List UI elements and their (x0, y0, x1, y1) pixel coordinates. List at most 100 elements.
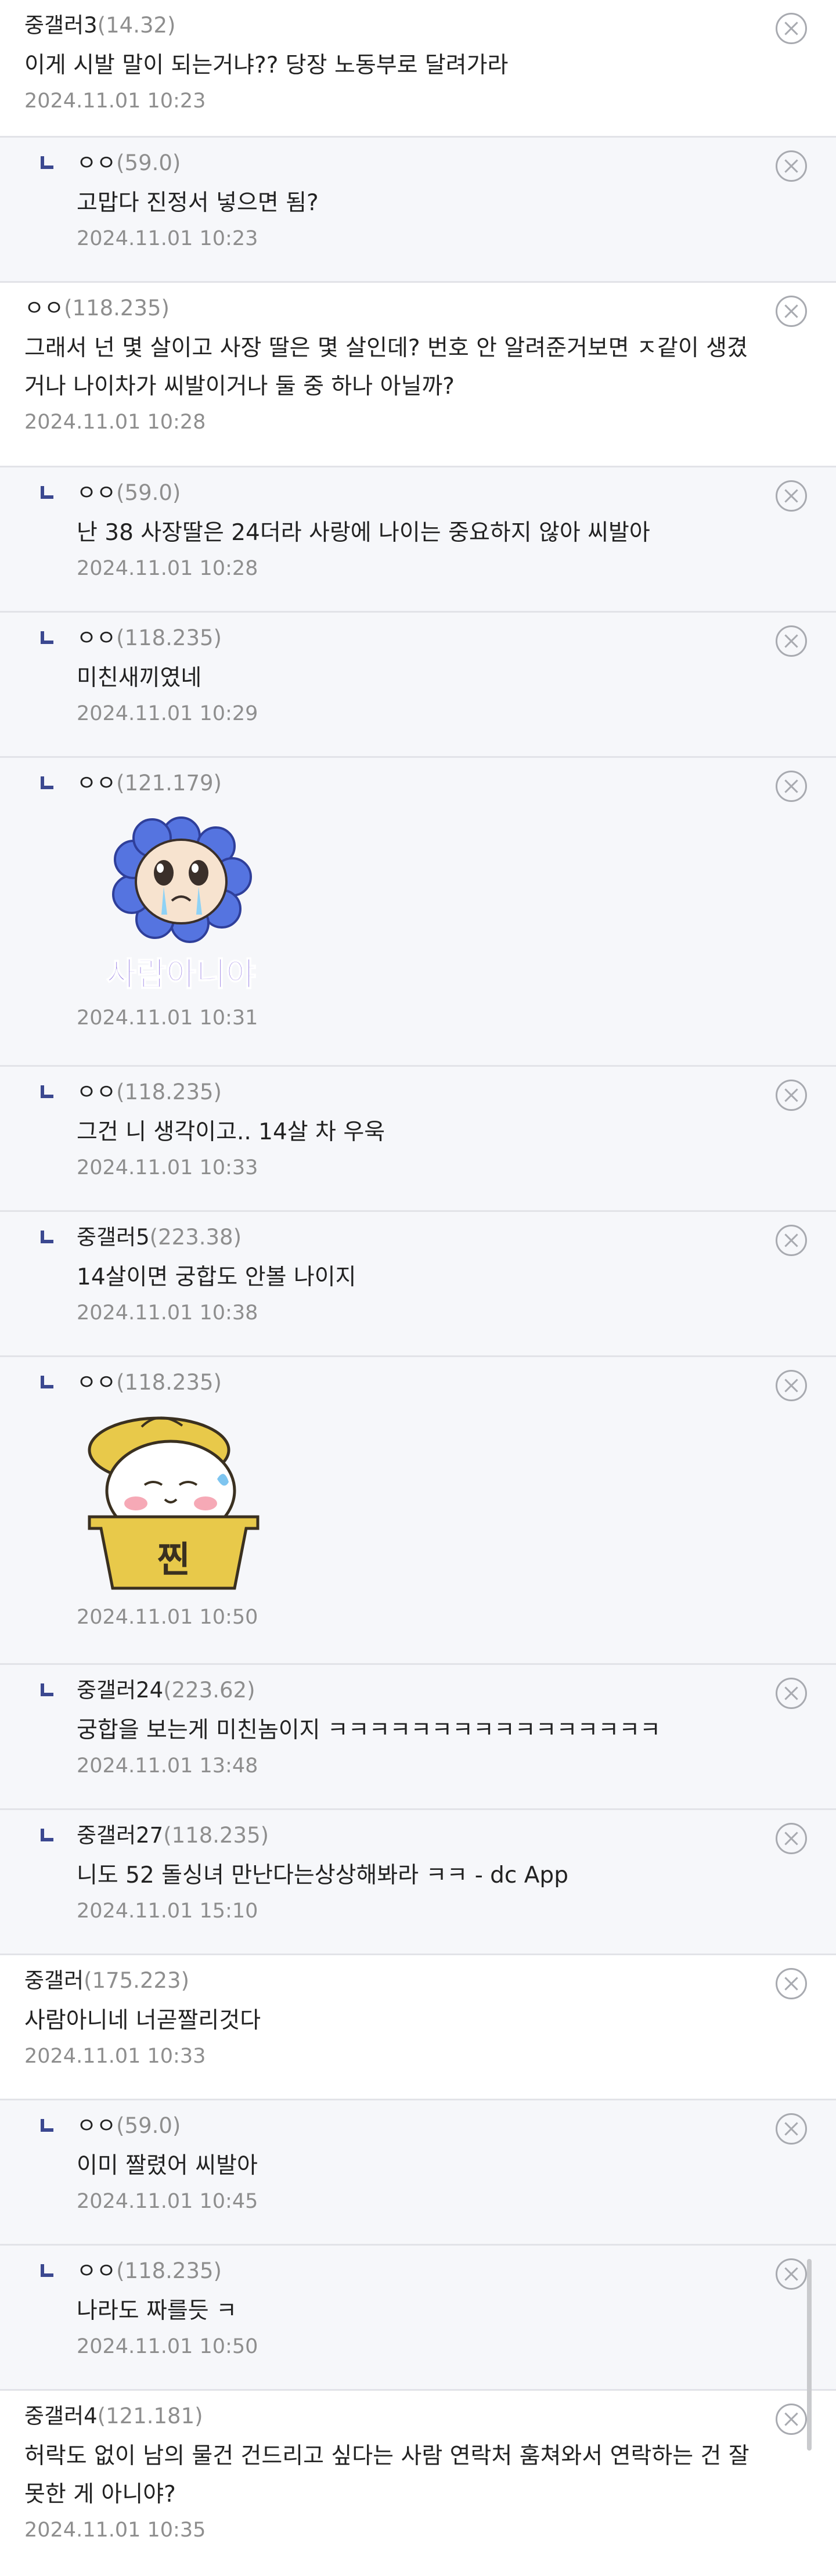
comment-item: 중갤러3(14.32) 이게 시발 말이 되는거냐?? 당장 노동부로 달려가라… (0, 0, 836, 138)
comment-text: 나라도 짜를듯 ㅋ (77, 2298, 237, 2324)
comment-meta: ㅇㅇ(118.235) (77, 623, 755, 653)
comment-text: 궁합을 보는게 미친놈이지 ㅋㅋㅋㅋㅋㅋㅋㅋㅋㅋㅋㅋㅋㅋㅋㅋ (77, 1717, 661, 1743)
reply-item: ㅇㅇ(118.235) 찐 2024.11.01 10:50 (0, 1357, 836, 1665)
comment-date: 2024.11.01 10:23 (24, 89, 206, 113)
comment-text: 미친새끼였네 (77, 665, 202, 691)
comment-ip: (118.235) (116, 1080, 222, 1104)
comment-nickname[interactable]: ㅇㅇ (77, 2258, 116, 2283)
comment-meta: 중갤러27(118.235) (77, 1821, 755, 1851)
delete-comment-icon[interactable] (776, 2404, 807, 2435)
comment-date: 2024.11.01 10:35 (24, 2519, 206, 2542)
reply-arrow-icon (41, 1376, 53, 1388)
reply-item: ㅇㅇ(59.0) 난 38 사장딸은 24더라 사랑에 나이는 중요하지 않아 … (0, 467, 836, 613)
delete-comment-icon[interactable] (776, 2113, 807, 2145)
comment-nickname[interactable]: ㅇㅇ (77, 480, 116, 505)
sticker-caption: 사람아니야 (106, 956, 256, 994)
comment-meta: ㅇㅇ(118.235) (77, 1077, 755, 1107)
delete-comment-icon[interactable] (776, 296, 807, 327)
reply-item: ㅇㅇ(118.235) 그건 니 생각이고.. 14살 차 우욱 2024.11… (0, 1067, 836, 1212)
reply-arrow-icon (41, 1683, 53, 1696)
comment-nickname[interactable]: 중갤러27 (77, 1823, 163, 1848)
comment-ip: (118.235) (116, 625, 222, 650)
sticker-caption: 찐 (157, 1538, 190, 1581)
comment-meta: 중갤러3(14.32) (24, 10, 755, 41)
reply-arrow-icon (41, 1231, 53, 1243)
comment-nickname[interactable]: ㅇㅇ (77, 2113, 116, 2138)
comment-nickname[interactable]: ㅇㅇ (77, 625, 116, 650)
comment-date: 2024.11.01 10:28 (77, 557, 258, 580)
comment-nickname[interactable]: 중갤러24 (77, 1678, 163, 1703)
comment-nickname[interactable]: ㅇㅇ (77, 1370, 116, 1395)
reply-arrow-icon (41, 2119, 53, 2132)
reply-arrow-icon (41, 2264, 53, 2277)
comment-ip: (118.235) (116, 2258, 222, 2283)
reply-item: ㅇㅇ(59.0) 이미 짤렸어 씨발아 2024.11.01 10:45 (0, 2100, 836, 2246)
comment-ip: (118.235) (64, 296, 170, 321)
comment-date: 2024.11.01 10:33 (24, 2045, 206, 2068)
comment-text: 이게 시발 말이 되는거냐?? 당장 노동부로 달려가라 (24, 52, 509, 78)
comment-ip: (118.235) (116, 1370, 222, 1395)
comment-nickname[interactable]: 중갤러5 (77, 1225, 150, 1250)
crying-flower-sticker: 사람아니야 (77, 804, 286, 1002)
comment-meta: ㅇㅇ(59.0) (77, 2111, 755, 2141)
comment-date: 2024.11.01 13:48 (77, 1754, 258, 1778)
reply-arrow-icon (41, 1085, 53, 1098)
comment-text: 고맙다 진정서 넣으면 됨? (77, 190, 319, 216)
reply-item: 중갤러27(118.235) 니도 52 돌싱녀 만난다는상상해봐라 ㅋㅋ - … (0, 1810, 836, 1955)
comment-meta: ㅇㅇ(118.235) (24, 293, 755, 323)
comment-meta: 중갤러24(223.62) (77, 1675, 755, 1706)
reply-item: 중갤러24(223.62) 궁합을 보는게 미친놈이지 ㅋㅋㅋㅋㅋㅋㅋㅋㅋㅋㅋㅋ… (0, 1665, 836, 1810)
comment-text: 허락도 없이 남의 물건 건드리고 싶다는 사람 연락처 훔쳐와서 연락하는 건… (24, 2443, 749, 2507)
comment-text: 난 38 사장딸은 24더라 사랑에 나이는 중요하지 않아 씨발아 (77, 520, 650, 546)
comment-text: 그래서 넌 몇 살이고 사장 딸은 몇 살인데? 번호 안 알려준거보면 ㅈ같이… (24, 335, 748, 400)
comment-text: 14살이면 궁합도 안볼 나이지 (77, 1264, 356, 1290)
delete-comment-icon[interactable] (776, 1678, 807, 1709)
comment-meta: ㅇㅇ(59.0) (77, 478, 755, 508)
comment-item: 중갤러4(121.181) 허락도 없이 남의 물건 건드리고 싶다는 사람 연… (0, 2391, 836, 2576)
comment-ip: (121.181) (97, 2404, 203, 2429)
comment-meta: ㅇㅇ(59.0) (77, 148, 755, 178)
comment-nickname[interactable]: ㅇㅇ (77, 771, 116, 796)
reply-item: ㅇㅇ(121.179) 사람아니야 2024.11.01 10:31 (0, 758, 836, 1067)
delete-comment-icon[interactable] (776, 625, 807, 657)
delete-comment-icon[interactable] (776, 1225, 807, 1256)
comment-date: 2024.11.01 10:29 (77, 702, 258, 725)
comment-date: 2024.11.01 15:10 (77, 1899, 258, 1923)
delete-comment-icon[interactable] (776, 1080, 807, 1111)
comment-ip: (223.62) (163, 1678, 255, 1703)
comment-nickname[interactable]: ㅇㅇ (77, 1080, 116, 1104)
comment-ip: (121.179) (116, 771, 222, 796)
comment-ip: (59.0) (116, 150, 181, 175)
comment-nickname[interactable]: 중갤러3 (24, 13, 98, 38)
comment-nickname[interactable]: 중갤러4 (24, 2404, 98, 2429)
delete-comment-icon[interactable] (776, 1370, 807, 1401)
delete-comment-icon[interactable] (776, 150, 807, 182)
comment-ip: (59.0) (116, 480, 181, 505)
scrollbar[interactable] (807, 2259, 812, 2451)
delete-comment-icon[interactable] (776, 1823, 807, 1854)
comment-item: 중갤러(175.223) 사람아니네 너곧짤리것다 2024.11.01 10:… (0, 1955, 836, 2100)
comment-nickname[interactable]: ㅇㅇ (24, 296, 64, 321)
reply-arrow-icon (41, 156, 53, 169)
comment-ip: (223.38) (149, 1225, 242, 1250)
delete-comment-icon[interactable] (776, 1968, 807, 1999)
crying-flower-sticker-image: 사람아니야 (106, 816, 257, 994)
comment-date: 2024.11.01 10:33 (77, 1156, 258, 1179)
comment-meta: 중갤러4(121.181) (24, 2401, 755, 2431)
comment-date: 2024.11.01 10:31 (77, 1006, 258, 1030)
delete-comment-icon[interactable] (776, 13, 807, 44)
delete-comment-icon[interactable] (776, 771, 807, 802)
comment-text: 니도 52 돌싱녀 만난다는상상해봐라 ㅋㅋ - dc App (77, 1862, 568, 1888)
steamed-bun-sticker-image: 찐 (88, 1416, 260, 1590)
comment-nickname[interactable]: ㅇㅇ (77, 150, 116, 175)
comment-text: 사람아니네 너곧짤리것다 (24, 2007, 261, 2034)
delete-comment-icon[interactable] (776, 2258, 807, 2290)
comment-ip: (14.32) (97, 13, 176, 38)
comment-nickname[interactable]: 중갤러 (24, 1968, 84, 1993)
comment-date: 2024.11.01 10:28 (24, 411, 206, 434)
comment-item: ㅇㅇ(118.235) 그래서 넌 몇 살이고 사장 딸은 몇 살인데? 번호 … (0, 283, 836, 467)
comment-ip: (118.235) (163, 1823, 269, 1848)
comment-ip: (175.223) (84, 1968, 189, 1993)
reply-arrow-icon (41, 631, 53, 644)
delete-comment-icon[interactable] (776, 480, 807, 512)
